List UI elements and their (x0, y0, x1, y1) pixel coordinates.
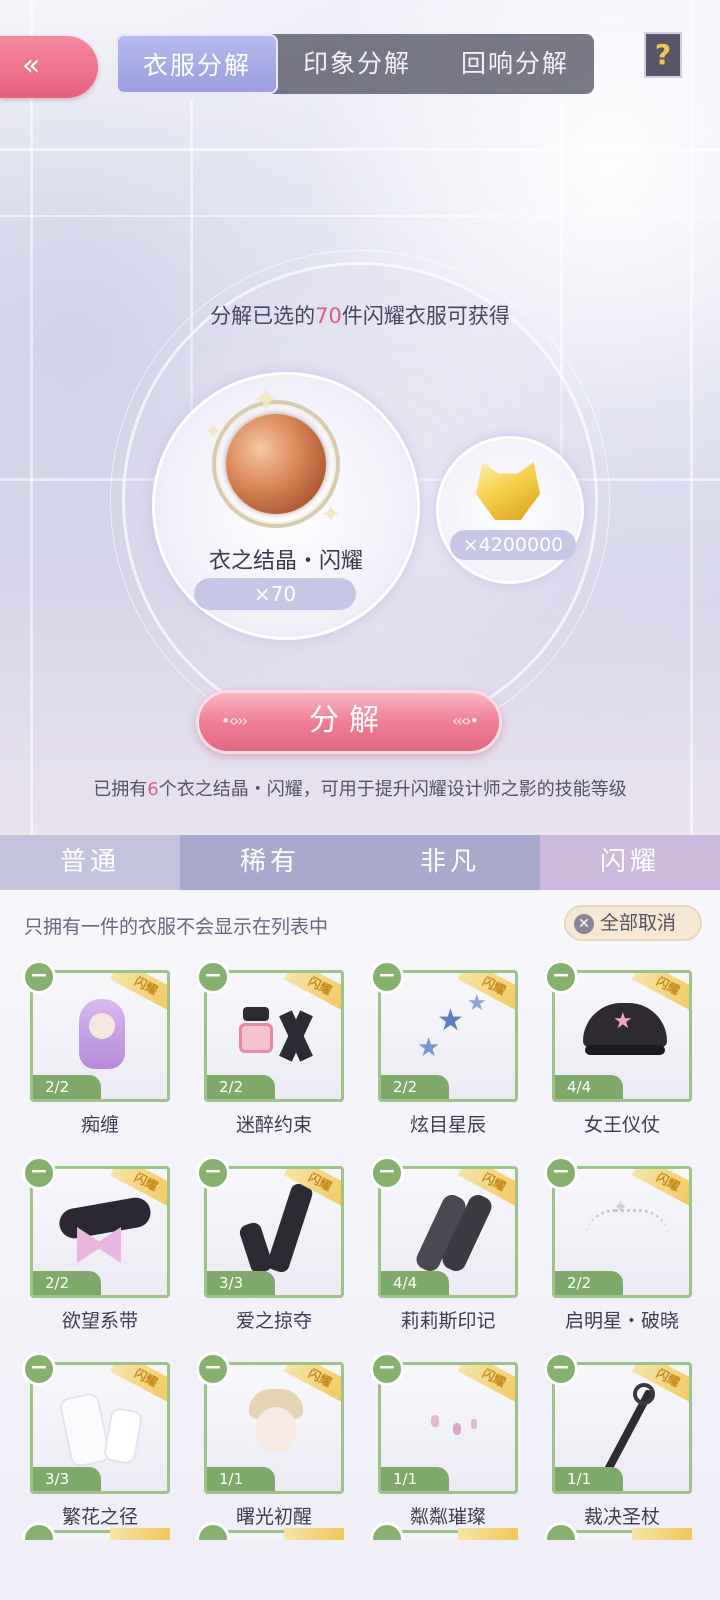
crystal-orb-icon (226, 414, 326, 514)
rarity-badge: 闪耀 (283, 973, 341, 1013)
clothing-item[interactable]: − ✦ 闪耀 2/2 启明星・破晓 (544, 1156, 694, 1332)
item-count: 4/4 (381, 1271, 449, 1295)
item-name: 迷醉约束 (235, 1114, 312, 1136)
clothing-item[interactable]: − ★ ★ ★ 闪耀 2/2 炫目星辰 (370, 960, 520, 1136)
back-button[interactable]: « (0, 36, 98, 98)
tab-common[interactable]: 普通 (0, 835, 180, 890)
item-name: 莉莉斯印记 (400, 1310, 496, 1332)
tab-clothes-decompose[interactable]: 衣服分解 (116, 34, 278, 94)
sparkle-icon: ✦ (204, 420, 223, 445)
item-count: 2/2 (207, 1075, 275, 1099)
item-card[interactable]: ✦ 闪耀 2/2 (552, 1166, 692, 1298)
list-hint: 只拥有一件的衣服不会显示在列表中 (24, 916, 329, 938)
clothing-item[interactable]: − 闪耀 2/2 迷醉约束 (196, 960, 346, 1136)
item-count: 2/2 (33, 1075, 101, 1099)
minus-icon[interactable]: − (370, 1156, 404, 1190)
top-tabs: 衣服分解 印象分解 回响分解 (116, 34, 594, 94)
crystal-name: 衣之结晶・闪耀 (208, 549, 363, 574)
clothing-item[interactable]: − 闪耀 3/3 爱之掠夺 (196, 1156, 346, 1332)
help-button[interactable]: ? (644, 32, 682, 78)
cancel-all-button[interactable]: ✕ 全部取消 (564, 905, 702, 941)
item-card[interactable]: 闪耀 2/2 (204, 970, 344, 1102)
clothing-item[interactable]: − 闪耀 1/1 裁决圣杖 (544, 1352, 694, 1528)
rarity-badge: 闪耀 (457, 1365, 515, 1405)
decompose-button[interactable]: •‹››› 分解 ‹‹‹›• (196, 690, 502, 754)
summary-suffix: 件闪耀衣服可获得 (341, 304, 510, 328)
minus-icon[interactable]: − (544, 960, 578, 994)
decompose-summary: 分解已选的70件闪耀衣服可获得 (0, 300, 720, 330)
tab-echo-decompose[interactable]: 回响分解 (436, 34, 594, 94)
item-count: 2/2 (381, 1075, 449, 1099)
clothing-item[interactable]: − 闪耀 4/4 莉莉斯印记 (370, 1156, 520, 1332)
clothing-item[interactable]: − 闪耀 2/2 痴缠 (22, 960, 172, 1136)
item-name: 启明星・破晓 (564, 1310, 679, 1332)
item-card[interactable]: 闪耀 3/3 (204, 1166, 344, 1298)
clothing-item[interactable]: − 闪耀 1/1 曙光初醒 (196, 1352, 346, 1528)
gold-count: ×4200000 (450, 530, 576, 560)
item-card[interactable]: 闪耀 3/3 (30, 1362, 170, 1494)
minus-icon[interactable]: − (544, 1156, 578, 1190)
rarity-badge: 闪耀 (109, 1365, 167, 1405)
sparkle-icon: ✦ (252, 380, 281, 420)
item-card[interactable]: 闪耀 4/4 (378, 1166, 518, 1298)
item-card[interactable]: 闪耀 2/2 (30, 1166, 170, 1298)
partial-item-row (22, 1522, 702, 1540)
item-card[interactable]: 闪耀 2/2 (30, 970, 170, 1102)
item-count: 2/2 (555, 1271, 623, 1295)
summary-prefix: 分解已选的 (210, 304, 316, 328)
item-count: 3/3 (33, 1467, 101, 1491)
decompose-label: 分解 (309, 703, 389, 738)
item-count: 3/3 (207, 1271, 275, 1295)
clothing-item[interactable]: − 闪耀 3/3 繁花之径 (22, 1352, 172, 1528)
rarity-badge: 闪耀 (631, 1169, 689, 1209)
item-name: 炫目星辰 (409, 1114, 486, 1136)
item-card[interactable]: 闪耀 1/1 (204, 1362, 344, 1494)
minus-icon[interactable]: − (22, 1352, 56, 1386)
item-count: 1/1 (381, 1467, 449, 1491)
clothing-item[interactable]: − 闪耀 2/2 欲望系带 (22, 1156, 172, 1332)
minus-icon[interactable]: − (370, 960, 404, 994)
item-count: 1/1 (555, 1467, 623, 1491)
item-name: 痴缠 (80, 1114, 119, 1136)
double-chevron-left-icon: « (22, 48, 41, 83)
item-card[interactable]: 闪耀 1/1 (378, 1362, 518, 1494)
sparkle-icon: ✦ (320, 500, 342, 530)
item-card[interactable]: 闪耀 1/1 (552, 1362, 692, 1494)
item-count: 1/1 (207, 1467, 275, 1491)
minus-icon[interactable]: − (22, 960, 56, 994)
summary-count: 70 (315, 304, 342, 328)
minus-icon[interactable]: − (544, 1352, 578, 1386)
minus-icon[interactable]: − (370, 1352, 404, 1386)
item-count: 2/2 (33, 1271, 101, 1295)
item-card[interactable]: ★ 闪耀 4/4 (552, 970, 692, 1102)
tab-extraordinary[interactable]: 非凡 (360, 835, 540, 890)
cancel-all-label: 全部取消 (600, 912, 677, 934)
item-name: 女王仪仗 (583, 1114, 660, 1136)
owned-count: 6 (147, 779, 159, 800)
owned-info: 已拥有6个衣之结晶・闪耀，可用于提升闪耀设计师之影的技能等级 (0, 775, 720, 801)
item-grid: − 闪耀 2/2 痴缠 − 闪耀 2/2 迷醉约束 − ★ ★ ★ 闪耀 2/2 炫目星辰 − ★ 闪耀 4/4 女王… (22, 960, 702, 1528)
clothing-item[interactable]: − 闪耀 1/1 粼粼璀璨 (370, 1352, 520, 1528)
arrow-right-icon: •‹››› (221, 711, 248, 730)
question-icon: ? (654, 38, 672, 71)
close-icon: ✕ (574, 914, 594, 934)
arrow-left-icon: ‹‹‹›• (451, 711, 479, 730)
minus-icon[interactable]: − (196, 1156, 230, 1190)
crystal-count: ×70 (194, 578, 356, 610)
item-card[interactable]: ★ ★ ★ 闪耀 2/2 (378, 970, 518, 1102)
owned-suffix: 个衣之结晶・闪耀，可用于提升闪耀设计师之影的技能等级 (158, 779, 627, 800)
minus-icon[interactable]: − (22, 1156, 56, 1190)
tab-dazzling[interactable]: 闪耀 (540, 835, 720, 890)
tab-rare[interactable]: 稀有 (180, 835, 360, 890)
tab-impression-decompose[interactable]: 印象分解 (278, 34, 436, 94)
minus-icon[interactable]: − (196, 960, 230, 994)
item-name: 爱之掠夺 (235, 1310, 312, 1332)
rarity-tabs: 普通 稀有 非凡 闪耀 (0, 835, 720, 890)
minus-icon[interactable]: − (196, 1352, 230, 1386)
item-count: 4/4 (555, 1075, 623, 1099)
item-name: 欲望系带 (61, 1310, 138, 1332)
clothing-item[interactable]: − ★ 闪耀 4/4 女王仪仗 (544, 960, 694, 1136)
owned-prefix: 已拥有 (93, 779, 148, 800)
